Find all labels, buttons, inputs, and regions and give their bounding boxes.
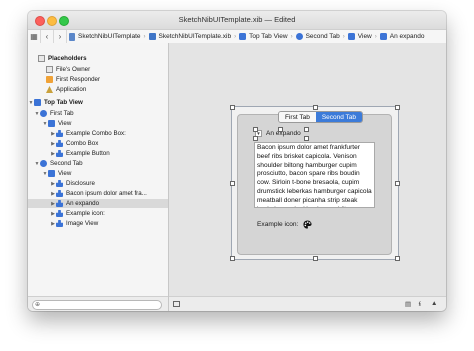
window-title: SketchNibUITemplate.xib — Edited <box>178 15 296 24</box>
image-view-icon <box>56 220 63 227</box>
outline-files-owner[interactable]: File's Owner <box>28 65 168 74</box>
bacon-text-view[interactable]: Bacon ipsum dolor amet frankfurter beef … <box>254 142 375 208</box>
outline-example-button[interactable]: ▶ Example Button <box>28 149 168 158</box>
outline-example-combo-box-label[interactable]: ▶ Example Combo Box: <box>28 129 168 138</box>
outline-application[interactable]: Application <box>28 85 168 94</box>
canvas-footer: ▤ ⍷ ▲ <box>169 296 446 311</box>
example-icon-row: Example icon: <box>257 220 312 229</box>
tab-view-icon <box>239 33 247 40</box>
breadcrumb-an-expando[interactable]: An expando <box>378 33 427 40</box>
disclosure-triangle-icon[interactable]: ▶ <box>50 221 56 227</box>
document-outline: Placeholders File's Owner First Responde… <box>28 43 169 311</box>
outline-second-tab[interactable]: ▼ Second Tab <box>28 159 168 168</box>
jump-bar: ▦ ‹ › SketchNibUITemplate › SketchNibUIT… <box>28 29 446 44</box>
outline-top-tab-view[interactable]: ▼ Top Tab View <box>28 98 168 107</box>
tab-second[interactable]: Second Tab <box>315 112 363 122</box>
an-expando-label: An expando <box>266 130 301 137</box>
disclosure-triangle-icon[interactable]: ▶ <box>50 191 56 197</box>
outline-placeholders-header: Placeholders <box>28 54 168 63</box>
outline-footer: ⊕ <box>28 296 168 311</box>
application-icon <box>46 86 53 93</box>
resize-handle[interactable] <box>230 181 235 186</box>
outline-bacon-text[interactable]: ▶ Bacon ipsum dolor amet fra... <box>28 189 168 198</box>
resize-handle[interactable] <box>304 127 309 132</box>
tab-item-icon <box>40 160 47 167</box>
tab-view: First Tab Second Tab ▼ An expando Bacon … <box>237 111 392 255</box>
disclosure-triangle-icon[interactable]: ▶ <box>50 131 56 137</box>
resolve-icon[interactable]: ▲ <box>431 300 437 307</box>
first-responder-icon <box>46 76 53 83</box>
outline-first-tab[interactable]: ▼ First Tab <box>28 109 168 118</box>
breadcrumb-xib[interactable]: SketchNibUITemplate.xib <box>147 33 234 40</box>
disclosure-triangle-icon[interactable]: ▶ <box>50 211 56 217</box>
breadcrumb-second-tab[interactable]: Second Tab <box>294 33 342 40</box>
filter-icon: ⊕ <box>35 302 41 308</box>
palette-icon <box>303 220 312 229</box>
toggle-outline-icon[interactable] <box>173 301 180 307</box>
outline-disclosure[interactable]: ▶ Disclosure <box>28 179 168 188</box>
combo-box-icon <box>56 140 63 147</box>
xib-file-icon <box>148 33 156 40</box>
outline-first-responder[interactable]: First Responder <box>28 75 168 84</box>
resize-handle[interactable] <box>313 256 318 261</box>
back-button[interactable]: ‹ <box>41 30 54 43</box>
button-icon <box>56 150 63 157</box>
breadcrumb-project[interactable]: SketchNibUITemplate <box>67 32 143 41</box>
resize-handle[interactable] <box>253 127 258 132</box>
resize-handle[interactable] <box>253 136 258 141</box>
outline-example-icon-label[interactable]: ▶ Example icon: <box>28 209 168 218</box>
resize-handle[interactable] <box>230 256 235 261</box>
tab-item-icon <box>295 33 303 40</box>
label-icon <box>56 210 63 217</box>
outline-first-tab-view[interactable]: ▼ View <box>28 119 168 128</box>
title-bar: SketchNibUITemplate.xib — Edited <box>28 11 446 29</box>
resize-handle[interactable] <box>313 105 318 110</box>
outline-an-expando[interactable]: ▶ An expando <box>28 199 168 208</box>
pin-icon[interactable]: ⍷ <box>418 300 422 308</box>
tab-view-container[interactable]: First Tab Second Tab ▼ An expando Bacon … <box>230 105 400 261</box>
text-view-icon <box>56 190 63 197</box>
cube-icon <box>46 66 53 73</box>
resize-handle[interactable] <box>395 256 400 261</box>
breadcrumb-view[interactable]: View <box>346 33 374 40</box>
disclosure-triangle-icon[interactable]: ▶ <box>50 181 56 187</box>
resize-handle[interactable] <box>230 105 235 110</box>
related-items-icon[interactable]: ▦ <box>28 30 41 43</box>
disclosure-triangle-icon[interactable]: ▶ <box>50 201 56 207</box>
placeholder-cube-icon <box>38 55 45 62</box>
outline-filter-field[interactable]: ⊕ <box>32 300 162 310</box>
tab-bar: First Tab Second Tab <box>278 111 364 123</box>
project-icon <box>69 32 75 41</box>
align-icon[interactable]: ▤ <box>405 300 411 308</box>
tab-view-icon <box>34 99 41 106</box>
interface-builder-canvas[interactable]: First Tab Second Tab ▼ An expando Bacon … <box>169 43 446 297</box>
disclosure-icon <box>56 180 63 187</box>
forward-button[interactable]: › <box>54 30 67 43</box>
tab-item-icon <box>40 110 47 117</box>
resize-handle[interactable] <box>395 181 400 186</box>
resize-handle[interactable] <box>278 127 283 132</box>
example-icon-label: Example icon: <box>257 221 299 228</box>
view-icon <box>48 120 55 127</box>
outline-second-tab-view[interactable]: ▼ View <box>28 169 168 178</box>
placeholder-icon <box>379 33 387 40</box>
label-icon <box>56 130 63 137</box>
placeholder-icon <box>56 200 63 207</box>
tab-first[interactable]: First Tab <box>279 112 316 122</box>
outline-combo-box[interactable]: ▶ Combo Box <box>28 139 168 148</box>
view-icon <box>347 33 355 40</box>
resize-handle[interactable] <box>395 105 400 110</box>
view-icon <box>48 170 55 177</box>
breadcrumb-top-tab-view[interactable]: Top Tab View <box>237 33 289 40</box>
xcode-window: SketchNibUITemplate.xib — Edited ▦ ‹ › S… <box>28 11 446 311</box>
disclosure-triangle-icon[interactable]: ▶ <box>50 141 56 147</box>
disclosure-triangle-icon[interactable]: ▶ <box>50 151 56 157</box>
resize-handle[interactable] <box>304 136 309 141</box>
outline-image-view[interactable]: ▶ Image View <box>28 219 168 228</box>
